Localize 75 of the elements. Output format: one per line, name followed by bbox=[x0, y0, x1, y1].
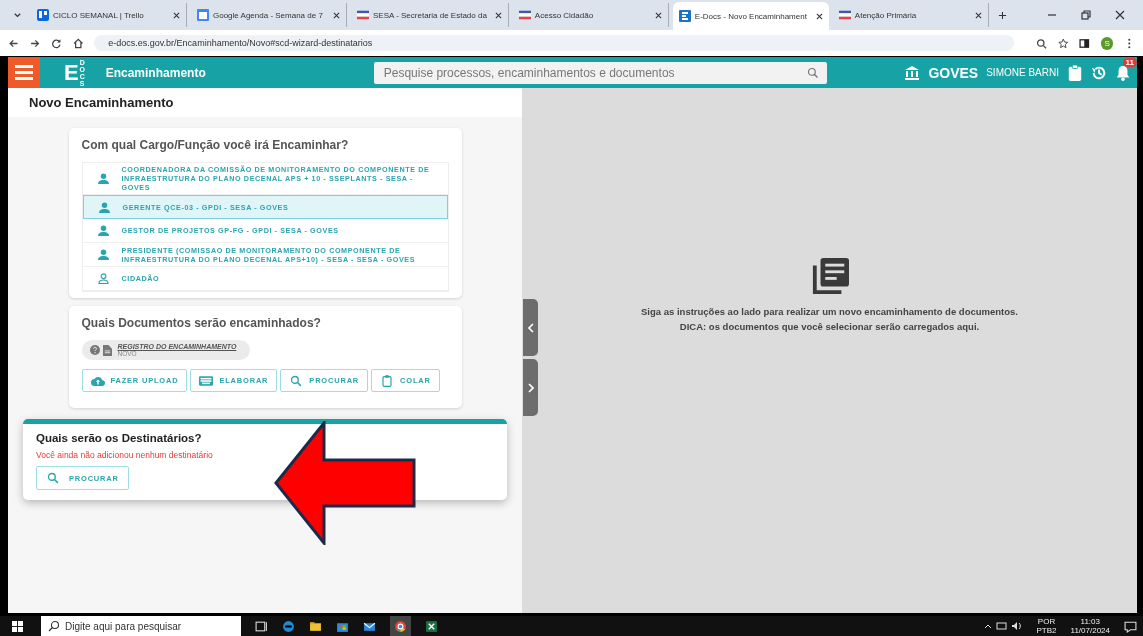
question-heading: Quais serão os Destinatários? bbox=[36, 432, 203, 444]
reload-icon[interactable] bbox=[51, 37, 62, 49]
browser-tab[interactable]: Google Agenda - Semana de 7 bbox=[191, 3, 347, 27]
help-icon bbox=[89, 345, 100, 355]
zoom-icon[interactable] bbox=[1036, 37, 1047, 49]
clock-date[interactable]: 11/07/2024 bbox=[1070, 626, 1110, 635]
document-icon bbox=[678, 10, 691, 22]
task-view-icon[interactable] bbox=[255, 619, 268, 633]
flag-icon bbox=[838, 9, 851, 21]
search-icon bbox=[289, 374, 304, 387]
browser-tab[interactable]: Atenção Primária bbox=[832, 3, 989, 27]
instruction-text: Siga as instruções ao lado para realizar um novo encaminhamento de documentos. bbox=[641, 304, 1018, 319]
close-icon[interactable] bbox=[654, 11, 662, 19]
star-icon[interactable] bbox=[1057, 37, 1069, 49]
browser-tab[interactable]: Acesso Cidadão bbox=[512, 3, 669, 27]
chrome-icon[interactable] bbox=[394, 619, 407, 633]
app-title: Encaminhamento bbox=[105, 65, 206, 80]
search-icon[interactable] bbox=[48, 620, 60, 632]
person-icon bbox=[97, 249, 109, 260]
tab-list-icon[interactable] bbox=[13, 10, 22, 20]
restore-icon[interactable] bbox=[1081, 10, 1091, 20]
edge-browser-icon[interactable] bbox=[282, 619, 295, 633]
history-icon[interactable] bbox=[1091, 64, 1107, 81]
collapse-left-handle[interactable] bbox=[523, 299, 538, 356]
cloud-upload-icon bbox=[90, 374, 105, 387]
profile-avatar[interactable]: S bbox=[1100, 36, 1114, 50]
sidebar-icon[interactable] bbox=[1079, 37, 1090, 49]
person-icon bbox=[98, 201, 110, 213]
windows-start-icon[interactable] bbox=[12, 620, 23, 632]
input-language[interactable]: POR bbox=[1037, 617, 1056, 626]
institution-icon bbox=[904, 64, 921, 81]
close-icon[interactable] bbox=[494, 11, 502, 19]
close-icon[interactable] bbox=[974, 11, 982, 19]
close-icon[interactable] bbox=[815, 12, 823, 20]
notification-badge: 11 bbox=[1122, 57, 1137, 67]
keyboard-layout[interactable]: PTB2 bbox=[1036, 626, 1057, 635]
keyboard-icon bbox=[199, 374, 214, 387]
browser-tab[interactable]: SESA - Secretaria de Estado da bbox=[351, 3, 509, 27]
flag-icon bbox=[357, 9, 369, 21]
search-icon bbox=[46, 472, 60, 484]
expand-right-handle[interactable] bbox=[523, 359, 538, 416]
person-icon bbox=[97, 225, 109, 236]
question-heading: Quais Documentos serão encaminhados? bbox=[81, 316, 322, 330]
search-field[interactable]: Pesquise processos, encaminhamentos e documentos bbox=[373, 61, 827, 84]
bell-icon[interactable] bbox=[1115, 64, 1131, 81]
page-title: Novo Encaminhamento bbox=[8, 88, 522, 117]
person-outline-icon bbox=[97, 273, 109, 284]
question-heading: Com qual Cargo/Função você irá Encaminhar? bbox=[81, 138, 350, 152]
taskbar-search-field[interactable]: Digite aqui para pesquisar bbox=[41, 616, 241, 636]
person-icon bbox=[97, 173, 109, 184]
documents-icon bbox=[810, 257, 849, 296]
clock-time[interactable]: 11:03 bbox=[1080, 617, 1100, 626]
excel-icon[interactable] bbox=[425, 619, 438, 633]
close-icon[interactable] bbox=[173, 11, 180, 19]
instruction-text: DICA: os documentos que você selecionar serão carregados aqui. bbox=[679, 319, 980, 334]
new-tab-icon[interactable] bbox=[997, 10, 1007, 20]
close-icon[interactable] bbox=[333, 11, 340, 19]
notification-center-icon[interactable] bbox=[1124, 619, 1137, 633]
home-icon[interactable] bbox=[72, 37, 84, 49]
board-icon bbox=[37, 9, 49, 21]
back-icon[interactable] bbox=[8, 37, 19, 49]
address-bar[interactable]: e-docs.es.gov.br/Encaminhamento/Novo#scd-wizard-destinatarios bbox=[94, 35, 1015, 51]
folder-icon[interactable] bbox=[309, 619, 322, 633]
forward-icon[interactable] bbox=[29, 37, 41, 49]
browser-tab[interactable]: E-Docs - Novo Encaminhament bbox=[672, 2, 829, 30]
calendar-icon bbox=[197, 9, 209, 21]
file-icon bbox=[102, 344, 112, 356]
warning-message: Você ainda não adicionou nenhum destinatário bbox=[36, 450, 214, 460]
flag-icon bbox=[518, 9, 531, 21]
close-icon[interactable] bbox=[1115, 10, 1125, 20]
tray-icons[interactable] bbox=[982, 620, 1023, 632]
clipboard-icon bbox=[380, 374, 395, 387]
browser-tab[interactable]: CICLO SEMANAL | Trello bbox=[31, 3, 187, 27]
menu-icon[interactable] bbox=[8, 57, 40, 88]
clipboard-icon[interactable] bbox=[1067, 64, 1083, 81]
